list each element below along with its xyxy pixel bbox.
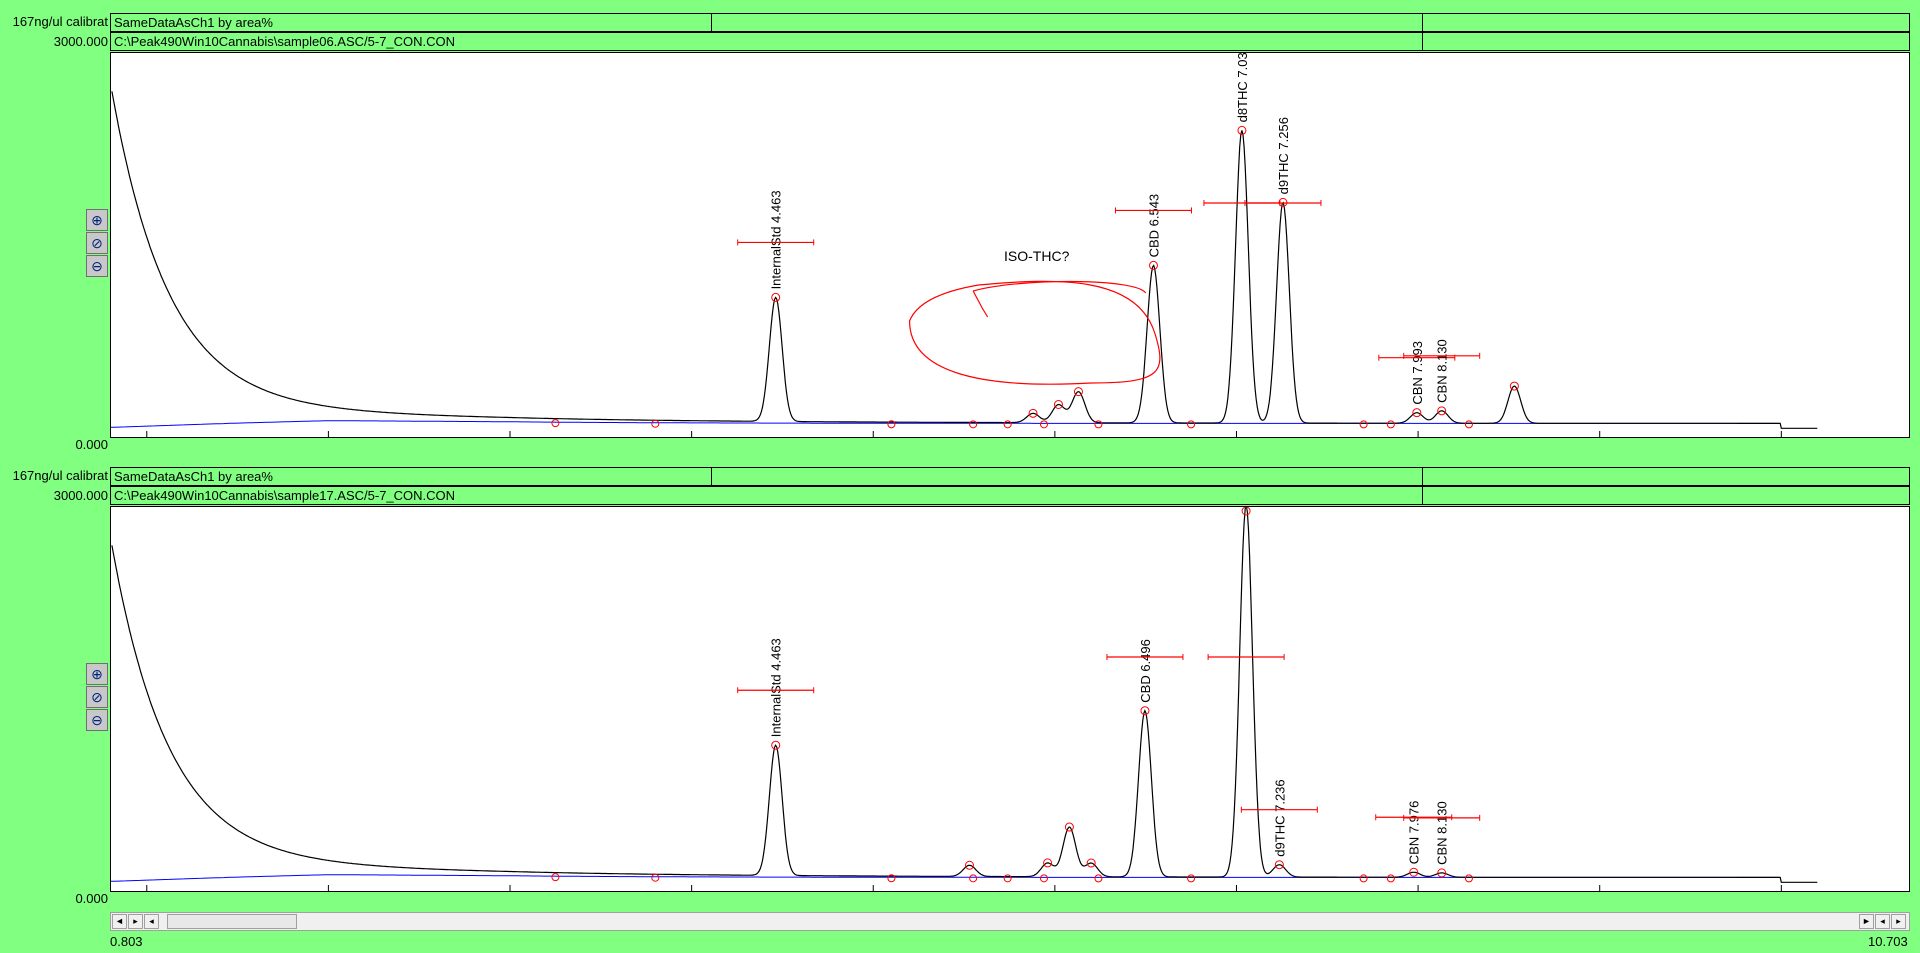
scroll-step-right-button[interactable]: ▸: [128, 914, 143, 929]
panel-1-header-row-1: SameDataAsCh1 by area%: [110, 13, 1910, 32]
scroll-right-button[interactable]: ►: [1859, 914, 1874, 929]
panel-1-header-row-2: C:\Peak490Win10Cannabis\sample06.ASC/5-7…: [110, 32, 1910, 51]
scroll-end-button[interactable]: ▸: [1891, 914, 1906, 929]
panel-2-chromatogram: InternalStd 4.463CBD 6.496d8THC 7.053d9T…: [111, 507, 1818, 891]
integration-point-marker: [1464, 874, 1473, 883]
integration-point-marker: [1003, 874, 1012, 883]
integration-point-marker: [969, 420, 978, 429]
panel-1-plot-area[interactable]: InternalStd 4.463 CBD 6.543 d8THC 7.030 d9T…: [110, 52, 1910, 438]
horizontal-scrollbar[interactable]: ◄ ▸ ◂ ► ◂ ▸: [110, 912, 1910, 931]
scroll-thumb[interactable]: [167, 914, 297, 929]
zoom-reset-icon[interactable]: ⊘: [86, 232, 108, 254]
integration-point-marker: [1039, 874, 1048, 883]
integration-point-marker: [1386, 420, 1395, 429]
panel-2-y-unit-label: 167ng/ul calibrat: [12, 469, 108, 483]
panel-2-plot-area[interactable]: InternalStd 4.463CBD 6.496d8THC 7.053d9T…: [110, 506, 1910, 892]
integration-point-marker: [1094, 420, 1103, 429]
integration-point-marker: [1187, 874, 1196, 883]
iso-thc-circle: [908, 280, 1161, 385]
peak-marker[interactable]: [1241, 507, 1251, 516]
panel-1-header-cell-4: [1423, 33, 1909, 50]
integration-point-marker: [1094, 874, 1103, 883]
panel-2-y-min-label: 0.000: [75, 892, 108, 906]
iso-thc-annotation: ISO-THC?: [1004, 248, 1070, 264]
panel-2-header-row-2: C:\Peak490Win10Cannabis\sample17.ASC/5-7…: [110, 486, 1910, 505]
peak-label: CBN 8.130: [1435, 801, 1450, 865]
peak-label: CBN 8.130: [1435, 339, 1450, 403]
panel-1-method-title: SameDataAsCh1 by area%: [114, 15, 273, 30]
peak-label: CBN 7.976: [1407, 801, 1422, 865]
integration-point-marker: [1187, 420, 1196, 429]
peak-label: d9THC 7.256: [1276, 117, 1291, 194]
signal-trace: [111, 91, 1818, 429]
panel-1-y-unit-label: 167ng/ul calibrat: [12, 15, 108, 29]
panel-2-header-row-1: SameDataAsCh1 by area%: [110, 467, 1910, 486]
integration-point-marker: [1464, 420, 1473, 429]
integration-point-marker: [551, 873, 560, 882]
panel-2-header-cell-4: [1423, 487, 1909, 504]
integration-point-marker: [551, 419, 560, 428]
panel-2-method-title: SameDataAsCh1 by area%: [114, 469, 273, 484]
zoom-out-icon[interactable]: ⊖: [86, 255, 108, 277]
signal-trace: [111, 507, 1818, 883]
integration-point-marker: [969, 874, 978, 883]
integration-point-marker: [1359, 874, 1368, 883]
integration-point-marker: [651, 419, 660, 428]
integration-point-marker: [1039, 420, 1048, 429]
panel-1-y-min-label: 0.000: [75, 438, 108, 452]
integration-point-marker: [1003, 420, 1012, 429]
zoom-out-icon[interactable]: ⊖: [86, 709, 108, 731]
peak-label: CBN 7.993: [1410, 341, 1425, 405]
zoom-in-icon[interactable]: ⊕: [86, 209, 108, 231]
x-axis-max-label: 10.703: [1868, 934, 1908, 949]
integration-point-marker: [651, 873, 660, 882]
peak-label: InternalStd 4.463: [769, 190, 784, 289]
integration-point-marker: [1386, 874, 1395, 883]
scroll-left-button[interactable]: ◄: [112, 914, 127, 929]
panel-2-file-path: C:\Peak490Win10Cannabis\sample17.ASC/5-7…: [114, 488, 456, 503]
zoom-in-icon[interactable]: ⊕: [86, 663, 108, 685]
panel-2-header-cell-2: [712, 468, 1422, 485]
panel-1-y-max-label: 3000.000: [53, 35, 108, 49]
peak-label: d8THC 7.030: [1235, 53, 1250, 122]
panel-1-header-cell-2: [712, 14, 1422, 31]
zoom-reset-icon[interactable]: ⊘: [86, 686, 108, 708]
scroll-step-back-button[interactable]: ◂: [144, 914, 159, 929]
panel-2-y-max-label: 3000.000: [53, 489, 108, 503]
peak-label: CBD 6.496: [1138, 639, 1153, 703]
baseline-line: [111, 420, 1779, 428]
integration-point-marker: [1359, 420, 1368, 429]
panel-1-header-cell-3: [1423, 14, 1909, 31]
panel-2-header-cell-3: [1423, 468, 1909, 485]
peak-label: CBD 6.543: [1146, 194, 1161, 258]
annotation-stroke: [972, 280, 1147, 318]
peak-label: InternalStd 4.463: [769, 638, 784, 737]
scroll-step-left-end-button[interactable]: ◂: [1875, 914, 1890, 929]
panel-1-file-path: C:\Peak490Win10Cannabis\sample06.ASC/5-7…: [114, 34, 456, 49]
x-axis-min-label: 0.803: [110, 934, 143, 949]
baseline-line: [111, 874, 1779, 882]
panel-1-chromatogram: InternalStd 4.463 CBD 6.543 d8THC 7.030 d9T…: [111, 53, 1818, 437]
peak-label: d9THC 7.236: [1272, 779, 1287, 856]
